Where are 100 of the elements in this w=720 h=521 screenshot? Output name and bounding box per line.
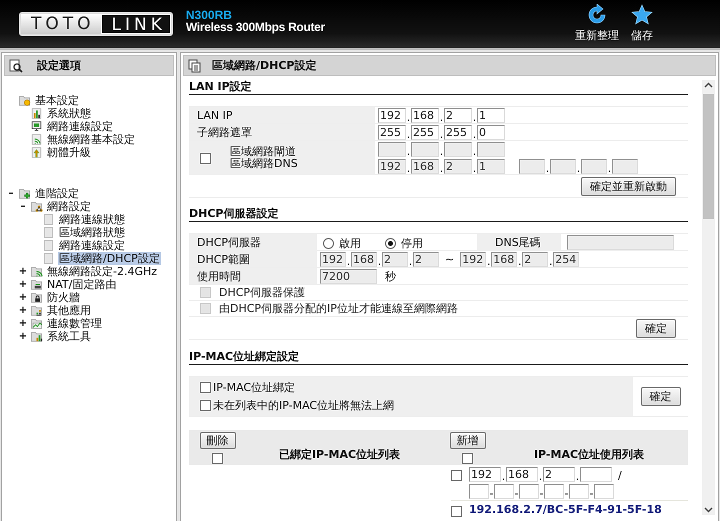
checkbox[interactable] <box>200 382 211 393</box>
ip-octet-field[interactable] <box>544 484 564 499</box>
ip-octet-field[interactable]: 1 <box>477 108 505 122</box>
ip-octet-field[interactable]: 2 <box>543 467 575 482</box>
checkbox[interactable] <box>462 453 473 464</box>
separator: . <box>472 128 477 140</box>
separator: . <box>406 128 411 140</box>
page-icon <box>44 214 53 226</box>
ip-octet-field[interactable] <box>494 484 514 499</box>
refresh-button[interactable]: 重新整理 <box>572 4 622 43</box>
expand-toggle[interactable]: + <box>17 291 29 304</box>
model-name: N300RB <box>186 9 233 21</box>
scroll-thumb[interactable] <box>703 94 714 219</box>
tree-item[interactable]: 基本設定 <box>34 94 80 107</box>
product-subtitle: Wireless 300Mbps Router <box>186 21 325 33</box>
radio-button[interactable]: 停用 <box>385 236 423 251</box>
tree-item[interactable]: 系統狀態 <box>46 107 92 120</box>
save-button[interactable]: 儲存 <box>628 4 656 43</box>
ip-octet-field[interactable]: 168 <box>506 467 538 482</box>
ip-octet-field[interactable]: 255 <box>378 124 406 140</box>
expand-toggle[interactable]: + <box>17 265 29 278</box>
ip-octet-field[interactable]: 168 <box>411 108 439 122</box>
ip-octet-field[interactable] <box>594 484 614 499</box>
tree-item[interactable]: 網路連線設定 <box>46 120 114 133</box>
tree-item[interactable]: 其他應用 <box>46 304 92 317</box>
expand-toggle[interactable]: + <box>17 330 29 343</box>
field-label: DHCP伺服器 <box>189 234 317 251</box>
ip-octet-field[interactable] <box>569 484 589 499</box>
delete-button[interactable]: 刪除 <box>200 432 236 449</box>
list-title: IP-MAC位址使用列表 <box>532 447 646 462</box>
separator: . <box>406 146 411 157</box>
separator: . <box>517 256 522 266</box>
confirm-button[interactable]: 確定 <box>640 387 680 406</box>
chevron-down-icon <box>703 505 714 515</box>
folder-icon <box>30 280 42 290</box>
list-title: 已綁定IP-MAC位址列表 <box>278 447 402 462</box>
separator: . <box>439 146 444 157</box>
field-label: 使用時間 <box>189 268 317 284</box>
ip-octet-field[interactable]: 255 <box>444 124 472 140</box>
range-separator: ~ <box>445 252 454 266</box>
expand-toggle[interactable]: – <box>17 200 29 213</box>
checkbox[interactable] <box>200 400 211 411</box>
folder-icon <box>30 306 42 316</box>
checkbox[interactable] <box>451 506 462 517</box>
tree-item[interactable]: 進階設定 <box>34 187 80 200</box>
ip-octet-field[interactable] <box>469 484 489 499</box>
tree-item[interactable]: 韌體升級 <box>46 146 92 159</box>
separator: - <box>564 488 569 499</box>
checkbox[interactable] <box>451 470 462 481</box>
separator: . <box>472 163 477 174</box>
add-button[interactable]: 新增 <box>450 432 486 449</box>
bar-chart-icon <box>32 108 42 119</box>
confirm-button[interactable]: 確定 <box>636 319 676 338</box>
ip-octet-field[interactable]: 192 <box>469 467 501 482</box>
expand-toggle[interactable]: – <box>5 187 17 200</box>
folder-icon <box>30 267 43 277</box>
separator: . <box>377 256 382 266</box>
scrollbar[interactable] <box>702 80 715 515</box>
tree-item[interactable]: 網路設定 <box>46 200 92 213</box>
separator: . <box>439 128 444 140</box>
entry-link[interactable]: 192.168.2.7/BC-5F-F4-91-5F-18 <box>469 503 662 516</box>
expand-toggle[interactable]: + <box>17 304 29 317</box>
separator: . <box>548 256 554 266</box>
tree-item[interactable]: 網路連線設定 <box>58 239 126 252</box>
field-label: DNS尾碼 <box>477 234 561 251</box>
separator: . <box>607 163 612 174</box>
page-icon <box>188 58 202 72</box>
monitor-icon <box>32 121 42 131</box>
tree-item[interactable]: 防火牆 <box>46 291 81 304</box>
restart-button[interactable]: 確定並重新啟動 <box>581 177 676 196</box>
tree-item[interactable]: 無線網路基本設定 <box>46 133 136 146</box>
expand-toggle[interactable]: + <box>17 317 29 330</box>
tree-item[interactable]: NAT/固定路由 <box>46 278 118 291</box>
tree-item[interactable]: 連線數管理 <box>46 317 103 330</box>
refresh-icon <box>586 4 608 26</box>
radio-button[interactable]: 啟用 <box>323 236 361 251</box>
checkbox[interactable] <box>212 453 223 464</box>
tree-item[interactable]: 網路連線狀態 <box>58 213 126 226</box>
page-icon <box>44 252 53 264</box>
field-label: 子網路遮罩 <box>189 124 375 140</box>
separator: - <box>514 488 519 499</box>
ip-octet-field[interactable] <box>519 484 539 499</box>
folder-icon <box>18 189 30 199</box>
tree-item[interactable]: 區域網路狀態 <box>58 226 126 239</box>
ip-octet-field[interactable]: 0 <box>477 124 505 140</box>
expand-toggle[interactable]: + <box>17 278 29 291</box>
separator: . <box>408 256 413 266</box>
ip-octet-field[interactable]: 192 <box>378 108 406 122</box>
ip-octet-field[interactable]: 2 <box>444 108 472 122</box>
tree-item[interactable]: 無線網路設定-2.4GHz <box>46 265 158 278</box>
field-label: DHCP範圍 <box>189 251 317 267</box>
folder-icon <box>30 319 42 329</box>
tree-item[interactable]: 系統工具 <box>46 330 92 343</box>
chevron-up-icon <box>703 80 714 90</box>
ip-octet-field[interactable] <box>580 467 612 482</box>
ip-octet-field[interactable]: 255 <box>411 124 439 140</box>
separator: . <box>406 112 411 122</box>
tree-item[interactable]: 區域網路/DHCP設定 <box>58 252 161 265</box>
option-label: 由DHCP伺服器分配的IP位址才能連線至網際網路 <box>219 301 458 316</box>
folder-icon <box>30 293 42 303</box>
